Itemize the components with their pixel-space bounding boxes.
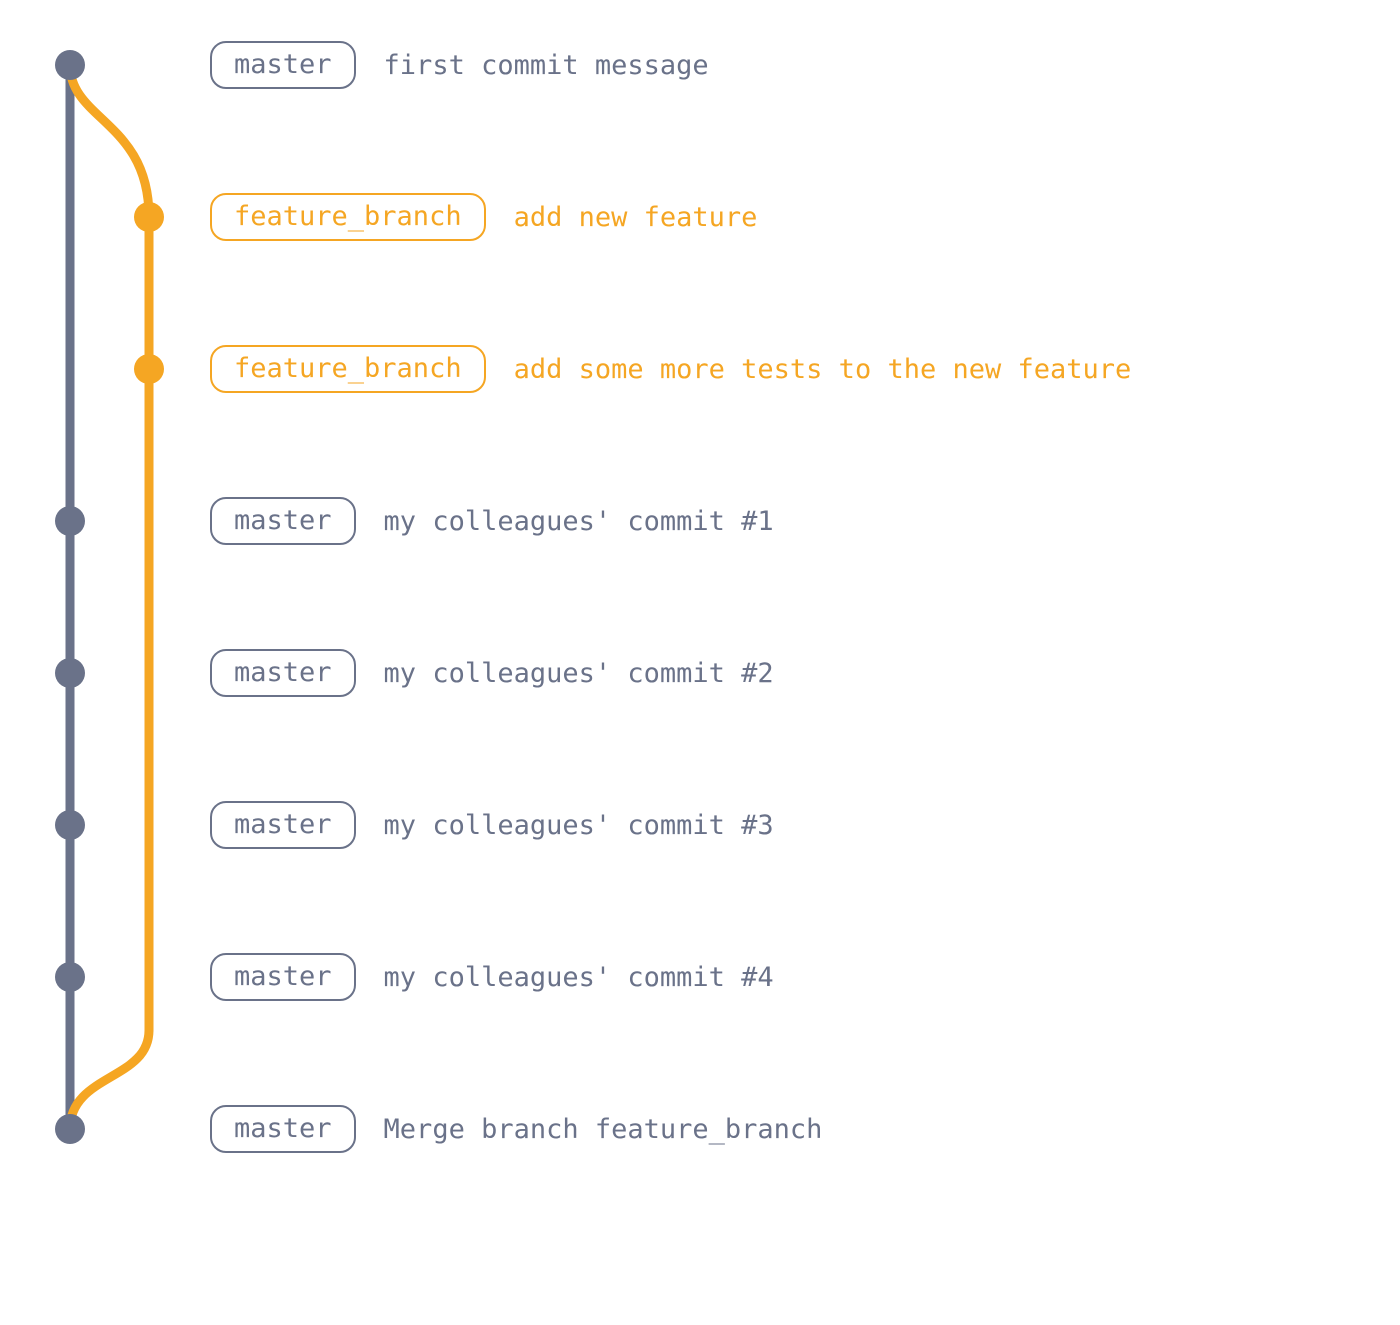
commit-node [55,658,85,688]
commit-node [55,506,85,536]
branch-badge: feature_branch [210,193,486,241]
branch-badge: master [210,649,356,697]
commit-row: master my colleagues' commit #3 [210,801,774,849]
commit-message: my colleagues' commit #1 [384,506,774,537]
commit-row: master my colleagues' commit #2 [210,649,774,697]
branch-badge: master [210,41,356,89]
branch-badge: master [210,801,356,849]
commit-row: master Merge branch feature_branch [210,1105,822,1153]
branch-badge: master [210,1105,356,1153]
commit-row: master my colleagues' commit #1 [210,497,774,545]
commit-message: my colleagues' commit #4 [384,962,774,993]
branch-badge: feature_branch [210,345,486,393]
commit-message: my colleagues' commit #2 [384,658,774,689]
commit-node [55,50,85,80]
git-graph-diagram: master first commit message feature_bran… [0,0,1400,1325]
branch-badge: master [210,953,356,1001]
commit-message: first commit message [384,50,709,81]
commit-node [55,962,85,992]
branch-badge: master [210,497,356,545]
commit-node [55,810,85,840]
commit-row: master first commit message [210,41,709,89]
commit-message: add new feature [514,202,758,233]
commit-node [55,1114,85,1144]
commit-row: feature_branch add new feature [210,193,757,241]
commit-node [134,354,164,384]
commit-row: master my colleagues' commit #4 [210,953,774,1001]
commit-message: Merge branch feature_branch [384,1114,823,1145]
commit-message: my colleagues' commit #3 [384,810,774,841]
commit-message: add some more tests to the new feature [514,354,1132,385]
commit-row: feature_branch add some more tests to th… [210,345,1131,393]
commit-node [134,202,164,232]
